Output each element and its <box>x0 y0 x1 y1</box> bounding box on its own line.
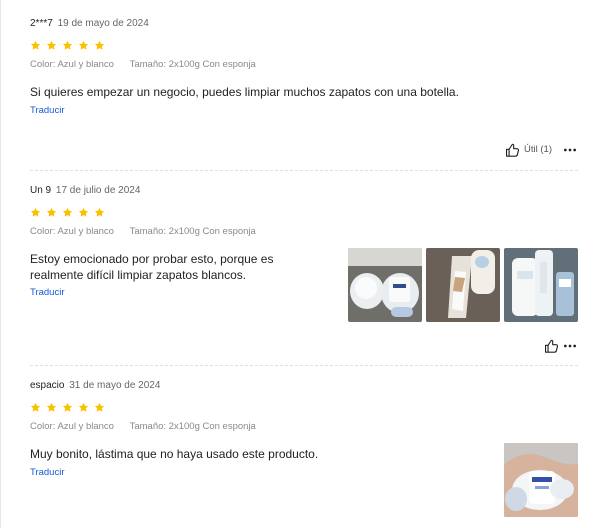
star-icon <box>30 402 41 412</box>
more-options-icon[interactable] <box>562 338 578 354</box>
star-icon <box>94 40 105 50</box>
star-rating <box>30 207 105 219</box>
review-text: Si quieres empezar un negocio, puedes li… <box>30 85 459 99</box>
purchase-attributes: Color: Azul y blanco Tamaño: 2x100g Con … <box>30 59 256 71</box>
more-options-icon[interactable] <box>562 142 578 158</box>
star-icon <box>46 207 57 217</box>
review-date: 19 de mayo de 2024 <box>57 18 149 29</box>
reviewer-name: 2***7 <box>30 18 53 29</box>
review-meta: Un 9 17 de julio de 2024 <box>30 185 140 197</box>
review-divider <box>30 365 578 366</box>
review-date: 17 de julio de 2024 <box>55 185 141 196</box>
review-date: 31 de mayo de 2024 <box>69 380 161 391</box>
review-text: Estoy emocionado por probar esto, porque… <box>30 251 273 283</box>
translate-link[interactable]: Traducir <box>30 467 65 479</box>
star-icon <box>46 402 57 412</box>
thumbs-up-icon <box>506 143 520 157</box>
translate-link[interactable]: Traducir <box>30 105 65 117</box>
star-rating <box>30 402 105 414</box>
star-icon <box>78 207 89 217</box>
product-photo-thumbnail[interactable] <box>348 248 422 322</box>
star-icon <box>78 402 89 412</box>
size-attribute: Tamaño: 2x100g Con esponja <box>129 421 256 432</box>
review-text-line: realmente difícil limpiar zapatos blanco… <box>30 268 247 282</box>
review-divider <box>30 170 578 171</box>
translate-link[interactable]: Traducir <box>30 287 65 299</box>
thumbs-up-icon <box>545 339 559 353</box>
star-icon <box>30 40 41 50</box>
review-card: espacio 31 de mayo de 2024 Color: Azul y… <box>30 380 578 528</box>
product-photo-thumbnail[interactable] <box>504 443 578 517</box>
star-icon <box>62 402 73 412</box>
review-text: Muy bonito, lástima que no haya usado es… <box>30 447 319 461</box>
purchase-attributes: Color: Azul y blanco Tamaño: 2x100g Con … <box>30 226 256 238</box>
reviewer-name: Un 9 <box>30 185 52 196</box>
star-icon <box>62 40 73 50</box>
review-meta: espacio 31 de mayo de 2024 <box>30 380 160 392</box>
star-icon <box>46 40 57 50</box>
review-list: 2***7 19 de mayo de 2024 Color: Azul y b… <box>0 0 604 528</box>
star-icon <box>78 40 89 50</box>
review-photo-row <box>348 248 578 322</box>
product-photo-thumbnail[interactable] <box>504 248 578 322</box>
useful-count-label: Útil (1) <box>524 144 552 155</box>
review-actions <box>544 337 578 355</box>
reviewer-name: espacio <box>30 380 65 391</box>
useful-button[interactable]: Útil (1) <box>505 143 552 158</box>
star-icon <box>94 207 105 217</box>
size-attribute: Tamaño: 2x100g Con esponja <box>129 226 256 237</box>
review-actions: Útil (1) <box>505 141 578 159</box>
review-meta: 2***7 19 de mayo de 2024 <box>30 18 149 30</box>
color-attribute: Color: Azul y blanco <box>30 226 114 237</box>
star-icon <box>62 207 73 217</box>
color-attribute: Color: Azul y blanco <box>30 59 114 70</box>
star-icon <box>94 402 105 412</box>
review-card: 2***7 19 de mayo de 2024 Color: Azul y b… <box>30 18 578 160</box>
star-rating <box>30 40 105 52</box>
review-photo-row <box>504 443 578 517</box>
useful-button[interactable] <box>544 339 559 354</box>
product-photo-thumbnail[interactable] <box>426 248 500 322</box>
review-card: Un 9 17 de julio de 2024 Color: Azul y b… <box>30 185 578 353</box>
star-icon <box>30 207 41 217</box>
purchase-attributes: Color: Azul y blanco Tamaño: 2x100g Con … <box>30 421 256 433</box>
size-attribute: Tamaño: 2x100g Con esponja <box>129 59 256 70</box>
color-attribute: Color: Azul y blanco <box>30 421 114 432</box>
review-text-line: Estoy emocionado por probar esto, porque… <box>30 252 274 266</box>
